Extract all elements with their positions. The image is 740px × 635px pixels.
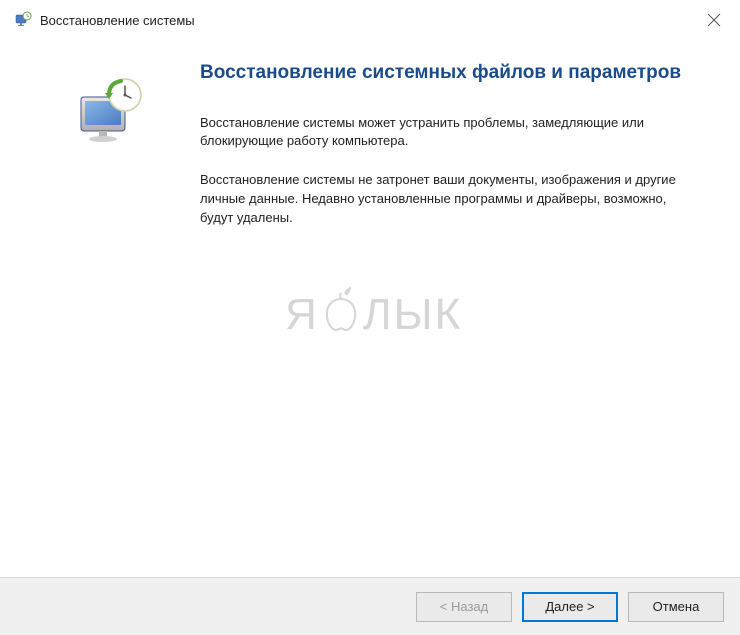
system-restore-title-icon (14, 11, 32, 29)
next-button[interactable]: Далее > (522, 592, 618, 622)
cancel-button[interactable]: Отмена (628, 592, 724, 622)
window-title: Восстановление системы (40, 13, 195, 28)
watermark: Я ЛЫК (285, 285, 462, 344)
back-button: < Назад (416, 592, 512, 622)
close-button[interactable] (702, 8, 726, 32)
intro-paragraph-1: Восстановление системы может устранить п… (200, 114, 685, 152)
intro-paragraph-2: Восстановление системы не затронет ваши … (200, 171, 685, 228)
button-bar: < Назад Далее > Отмена (0, 577, 740, 635)
main-panel: Восстановление системных файлов и параме… (200, 55, 715, 567)
watermark-text-after: ЛЫК (363, 290, 462, 340)
watermark-text-before: Я (285, 290, 319, 340)
left-panel (25, 55, 200, 567)
apple-icon (321, 285, 361, 344)
page-heading: Восстановление системных файлов и параме… (200, 60, 685, 86)
content-area: Восстановление системных файлов и параме… (0, 40, 740, 577)
system-restore-icon (73, 75, 153, 155)
titlebar: Восстановление системы (0, 0, 740, 40)
